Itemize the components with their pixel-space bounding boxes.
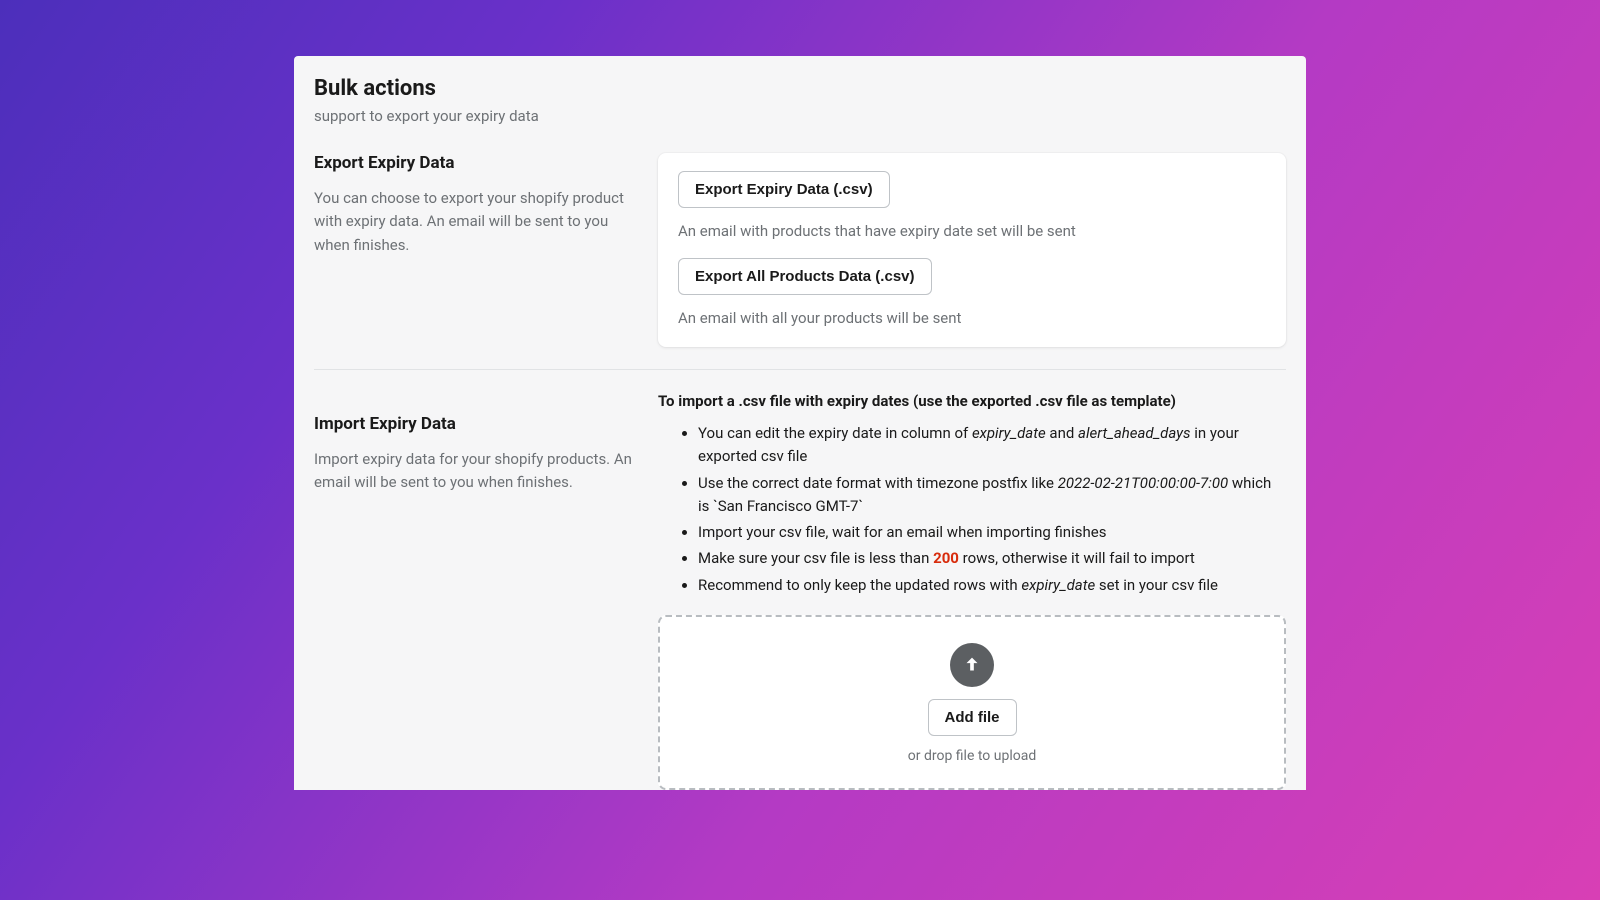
- import-bullets: You can edit the expiry date in column o…: [658, 422, 1286, 597]
- export-right: Export Expiry Data (.csv) An email with …: [658, 153, 1286, 347]
- import-bullet-1: You can edit the expiry date in column o…: [698, 422, 1286, 469]
- import-bullet-4: Make sure your csv file is less than 200…: [698, 547, 1286, 570]
- import-desc: Import expiry data for your shopify prod…: [314, 448, 634, 495]
- export-section: Export Expiry Data You can choose to exp…: [314, 153, 1286, 347]
- import-section: Import Expiry Data Import expiry data fo…: [314, 369, 1286, 790]
- import-bullet-2: Use the correct date format with timezon…: [698, 472, 1286, 519]
- export-expiry-button[interactable]: Export Expiry Data (.csv): [678, 171, 890, 208]
- bulk-actions-panel: Bulk actions support to export your expi…: [294, 56, 1306, 790]
- export-all-button[interactable]: Export All Products Data (.csv): [678, 258, 932, 295]
- export-title: Export Expiry Data: [314, 153, 634, 173]
- import-right: To import a .csv file with expiry dates …: [658, 392, 1286, 790]
- add-file-button[interactable]: Add file: [928, 699, 1017, 736]
- export-desc: You can choose to export your shopify pr…: [314, 187, 634, 257]
- page-subtitle: support to export your expiry data: [314, 107, 1286, 125]
- import-title: Import Expiry Data: [314, 414, 634, 434]
- page-title: Bulk actions: [314, 76, 1286, 101]
- export-expiry-hint: An email with products that have expiry …: [678, 222, 1266, 240]
- import-bullet-3: Import your csv file, wait for an email …: [698, 521, 1286, 544]
- import-heading: To import a .csv file with expiry dates …: [658, 392, 1286, 410]
- drop-hint: or drop file to upload: [908, 748, 1036, 764]
- import-left: Import Expiry Data Import expiry data fo…: [314, 392, 634, 790]
- export-left: Export Expiry Data You can choose to exp…: [314, 153, 634, 347]
- export-all-hint: An email with all your products will be …: [678, 309, 1266, 327]
- import-bullet-5: Recommend to only keep the updated rows …: [698, 574, 1286, 597]
- file-dropzone[interactable]: Add file or drop file to upload: [658, 615, 1286, 790]
- export-card: Export Expiry Data (.csv) An email with …: [658, 153, 1286, 347]
- upload-arrow-icon: [950, 643, 994, 687]
